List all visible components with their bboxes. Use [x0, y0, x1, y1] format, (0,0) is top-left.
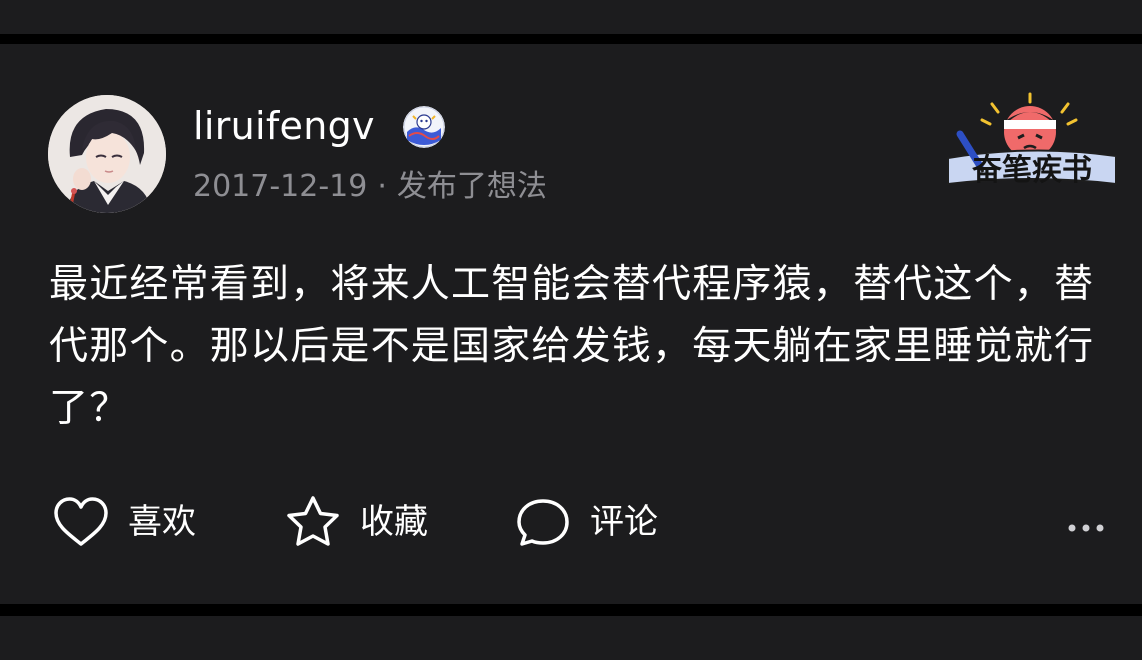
source-logo: 奋笔疾书	[942, 92, 1122, 188]
post-date: 2017-12-19	[193, 169, 368, 204]
like-label: 喜欢	[128, 502, 196, 542]
post-text: 最近经常看到，将来人工智能会替代程序猿，替代这个，替代那个。那以后是不是国家给发…	[49, 262, 1095, 431]
post-card[interactable]: liruifengv 2017-12-19 · 发布了想法 奋笔疾书 最近经常看…	[0, 44, 1142, 604]
next-card-edge	[0, 616, 1142, 660]
like-button[interactable]: 喜欢	[52, 492, 196, 552]
favorite-button[interactable]: 收藏	[284, 492, 428, 552]
post-meta: 2017-12-19 · 发布了想法	[193, 166, 547, 208]
cartoon-badge-icon	[403, 106, 445, 148]
screen: liruifengv 2017-12-19 · 发布了想法 奋笔疾书 最近经常看…	[0, 0, 1142, 660]
previous-card-edge	[0, 0, 1142, 34]
star-outline-icon	[287, 496, 339, 546]
avatar[interactable]	[48, 95, 166, 213]
action-bar: 喜欢 收藏 评论	[0, 492, 1142, 552]
comment-bubble-icon	[517, 499, 569, 546]
heart-outline-icon	[54, 497, 108, 546]
username[interactable]: liruifengv	[193, 100, 375, 152]
comment-label: 评论	[590, 502, 658, 542]
meta-separator: ·	[377, 169, 387, 204]
logo-lettering: 奋笔疾书	[972, 153, 1092, 186]
avatar-illustration	[48, 95, 166, 213]
favorite-label: 收藏	[360, 502, 428, 542]
more-button[interactable]	[1060, 502, 1112, 542]
post-action-text: 发布了想法	[396, 169, 547, 204]
comment-button[interactable]: 评论	[514, 492, 658, 552]
more-dots-icon	[1068, 524, 1104, 532]
